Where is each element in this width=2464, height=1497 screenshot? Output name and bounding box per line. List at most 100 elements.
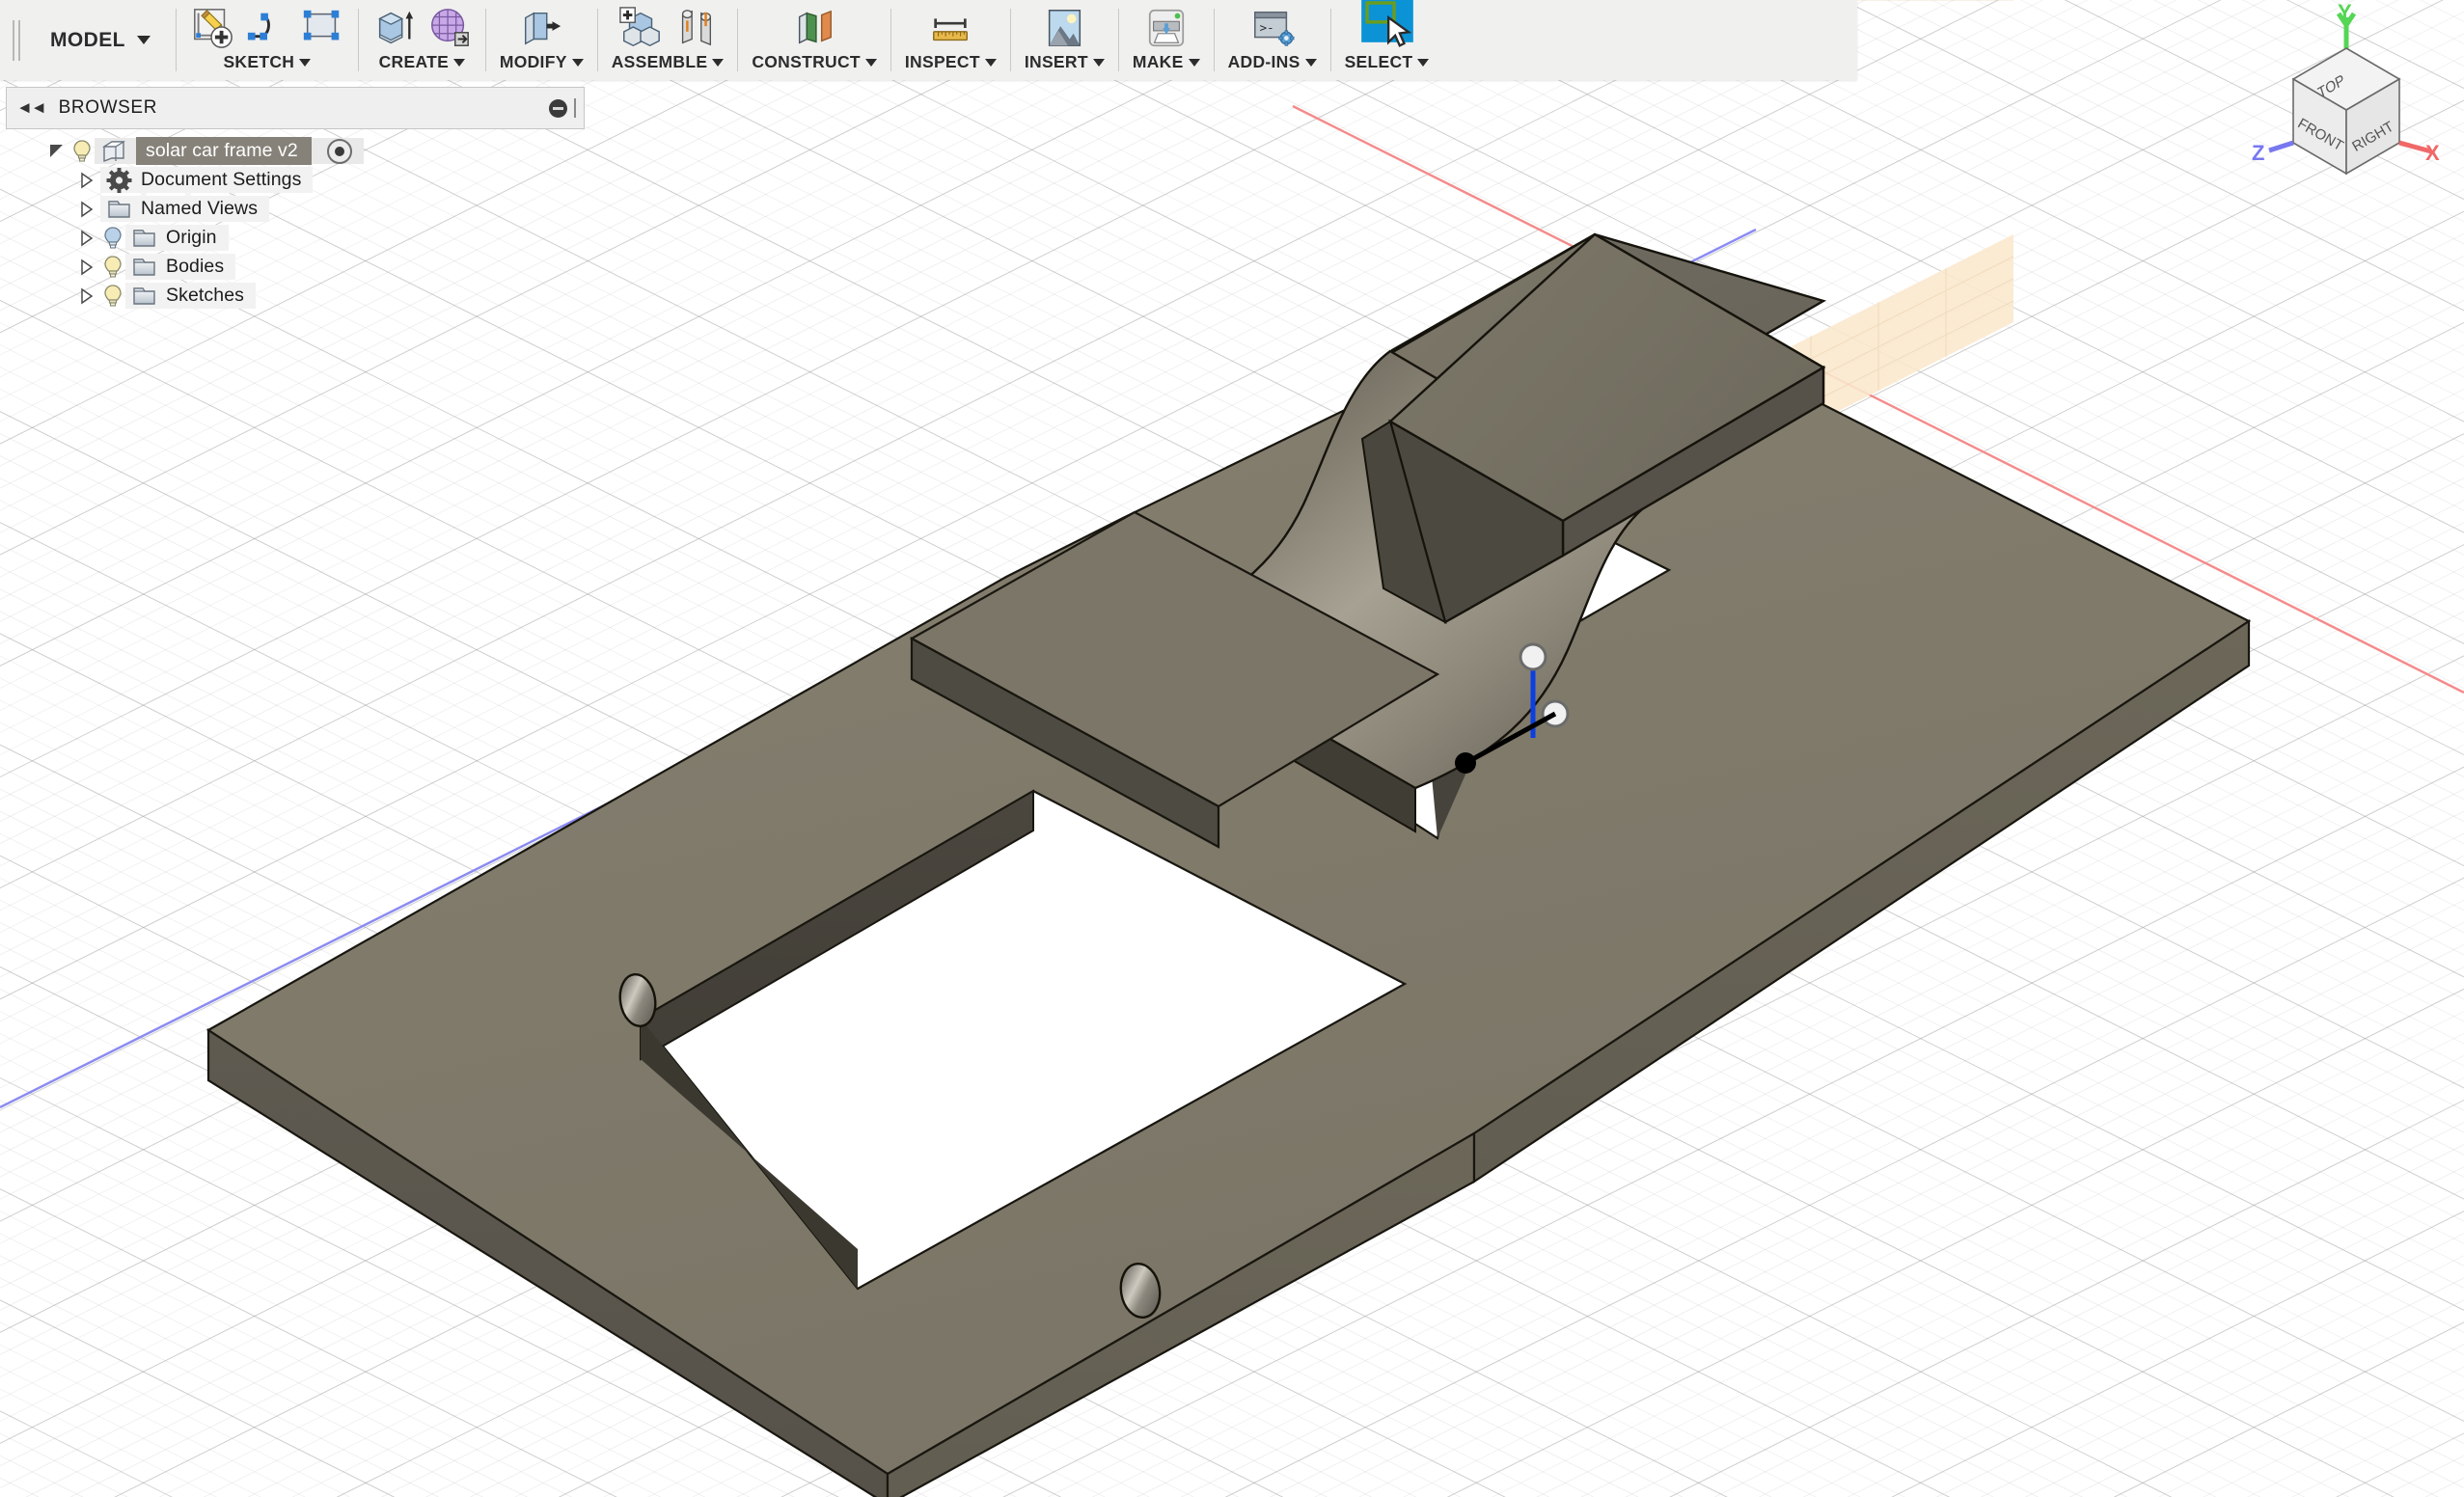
tree-item-bodies[interactable]: Bodies xyxy=(6,253,585,281)
browser-tree: solar car frame v2 xyxy=(6,129,585,310)
chevron-down-icon xyxy=(572,59,584,67)
chevron-down-icon xyxy=(865,59,877,67)
toolbar-group-label-create[interactable]: CREATE xyxy=(379,52,465,72)
toolbar-drag-grip[interactable] xyxy=(0,0,33,80)
toolbar-group-insert: INSERT xyxy=(1011,0,1118,80)
chevron-down-icon xyxy=(1189,59,1200,67)
toolbar-group-make: MAKE xyxy=(1119,0,1214,80)
browser-panel: ◄◄ BROWSER xyxy=(6,87,585,311)
component-icon xyxy=(100,139,127,164)
fusion360-window: MODEL xyxy=(0,0,2464,1497)
form-icon[interactable] xyxy=(427,6,472,50)
toolbar-group-modify: MODIFY xyxy=(486,0,597,80)
tree-label-wrap[interactable]: Origin xyxy=(125,225,229,251)
press-pull-icon[interactable] xyxy=(519,6,563,50)
tree-item-label: Bodies xyxy=(166,256,224,278)
tree-item-label: Named Views xyxy=(141,198,258,220)
tree-label-wrap[interactable]: Bodies xyxy=(125,254,235,280)
axis-label-y: Y xyxy=(2338,4,2352,24)
viewcube-axis-x: X xyxy=(2399,141,2440,165)
expander-closed-icon[interactable] xyxy=(73,171,100,190)
chevron-down-icon xyxy=(1417,59,1429,67)
chevron-down-icon xyxy=(1305,59,1317,67)
toolbar-group-create: CREATE xyxy=(359,0,485,80)
axis-label-x: X xyxy=(2425,141,2440,165)
tree-label-wrap[interactable]: Document Settings xyxy=(100,167,313,193)
tree-item-label: solar car frame v2 xyxy=(136,137,312,165)
chevron-down-icon xyxy=(712,59,724,67)
tree-item-document-settings[interactable]: Document Settings xyxy=(6,166,585,194)
toolbar-group-label-inspect[interactable]: INSPECT xyxy=(905,52,997,72)
toolbar-group-label-make[interactable]: MAKE xyxy=(1133,52,1200,72)
toolbar-group-inspect: INSPECT xyxy=(891,0,1010,80)
activate-component-radio[interactable] xyxy=(327,139,352,164)
lightbulb-off-icon[interactable] xyxy=(100,226,125,251)
tree-root-label-wrap[interactable]: solar car frame v2 xyxy=(95,138,364,164)
manipulator-origin-point[interactable] xyxy=(1455,752,1476,774)
chevron-down-icon xyxy=(137,36,151,44)
lightbulb-on-icon[interactable] xyxy=(69,139,95,164)
browser-header: ◄◄ BROWSER xyxy=(6,87,585,129)
view-cube[interactable]: Y TOP FRONT RIGHT X Z xyxy=(2240,4,2452,206)
joint-icon[interactable] xyxy=(673,6,718,50)
scripts-addins-icon[interactable]: >- xyxy=(1250,6,1295,50)
insert-image-icon[interactable] xyxy=(1042,6,1086,50)
extrude-icon[interactable] xyxy=(372,6,417,50)
toolbar-group-sketch: SKETCH xyxy=(177,0,358,80)
lightbulb-on-icon[interactable] xyxy=(100,255,125,280)
toolbar-group-select: SELECT xyxy=(1331,0,1443,80)
tree-label-wrap[interactable]: Named Views xyxy=(100,196,269,222)
chevron-down-icon xyxy=(1093,59,1105,67)
toolbar-group-label-assemble[interactable]: ASSEMBLE xyxy=(612,52,725,72)
new-component-icon[interactable] xyxy=(618,6,663,50)
tree-label-wrap[interactable]: Sketches xyxy=(125,283,256,309)
tree-item-label: Origin xyxy=(166,227,217,249)
tree-item-origin[interactable]: Origin xyxy=(6,224,585,252)
toolbar-group-label-sketch[interactable]: SKETCH xyxy=(223,52,311,72)
toolbar-group-label-addins[interactable]: ADD-INS xyxy=(1228,52,1317,72)
tree-item-named-views[interactable]: Named Views xyxy=(6,195,585,223)
expander-closed-icon[interactable] xyxy=(73,286,100,306)
create-sketch-icon[interactable] xyxy=(190,6,234,50)
tree-item-sketches[interactable]: Sketches xyxy=(6,282,585,310)
spline-icon[interactable] xyxy=(245,6,289,50)
gear-icon xyxy=(106,168,132,193)
expander-closed-icon[interactable] xyxy=(73,200,100,219)
browser-title: BROWSER xyxy=(59,97,549,119)
toolbar-group-label-insert[interactable]: INSERT xyxy=(1025,52,1105,72)
folder-icon xyxy=(131,285,157,308)
folder-icon xyxy=(131,256,157,279)
workspace-label: MODEL xyxy=(50,29,125,52)
chevron-down-icon xyxy=(985,59,997,67)
toolbar-group-label-construct[interactable]: CONSTRUCT xyxy=(752,52,877,72)
chevron-down-icon xyxy=(453,59,465,67)
main-toolbar: MODEL xyxy=(0,0,1857,80)
rectangle-icon[interactable] xyxy=(300,6,344,50)
folder-icon xyxy=(106,198,132,221)
toolbar-group-construct: CONSTRUCT xyxy=(738,0,890,80)
toolbar-group-addins: >- ADD-INS xyxy=(1215,0,1330,80)
3d-print-icon[interactable] xyxy=(1144,6,1189,50)
manipulator-handle-top[interactable] xyxy=(1520,644,1546,669)
resize-grip-icon[interactable] xyxy=(574,98,576,118)
select-window-icon[interactable] xyxy=(1360,0,1414,50)
svg-text:>-: >- xyxy=(1259,20,1273,35)
folder-icon xyxy=(131,227,157,250)
lightbulb-on-icon[interactable] xyxy=(100,284,125,309)
minimize-icon[interactable] xyxy=(549,99,567,118)
offset-plane-icon[interactable] xyxy=(792,6,836,50)
tree-item-root-component[interactable]: solar car frame v2 xyxy=(6,137,585,165)
toolbar-group-label-modify[interactable]: MODIFY xyxy=(500,52,584,72)
axis-label-z: Z xyxy=(2252,141,2264,165)
expander-closed-icon[interactable] xyxy=(73,229,100,248)
toolbar-group-label-select[interactable]: SELECT xyxy=(1345,52,1430,72)
expander-closed-icon[interactable] xyxy=(73,258,100,277)
double-chevron-left-icon[interactable]: ◄◄ xyxy=(16,98,45,118)
workspace-switcher[interactable]: MODEL xyxy=(33,0,176,80)
tree-item-label: Document Settings xyxy=(141,169,301,191)
tree-item-label: Sketches xyxy=(166,285,244,307)
base-plate-body[interactable] xyxy=(208,288,2249,1497)
expander-open-icon[interactable] xyxy=(42,145,69,157)
measure-icon[interactable] xyxy=(928,6,972,50)
toolbar-group-assemble: ASSEMBLE xyxy=(598,0,738,80)
